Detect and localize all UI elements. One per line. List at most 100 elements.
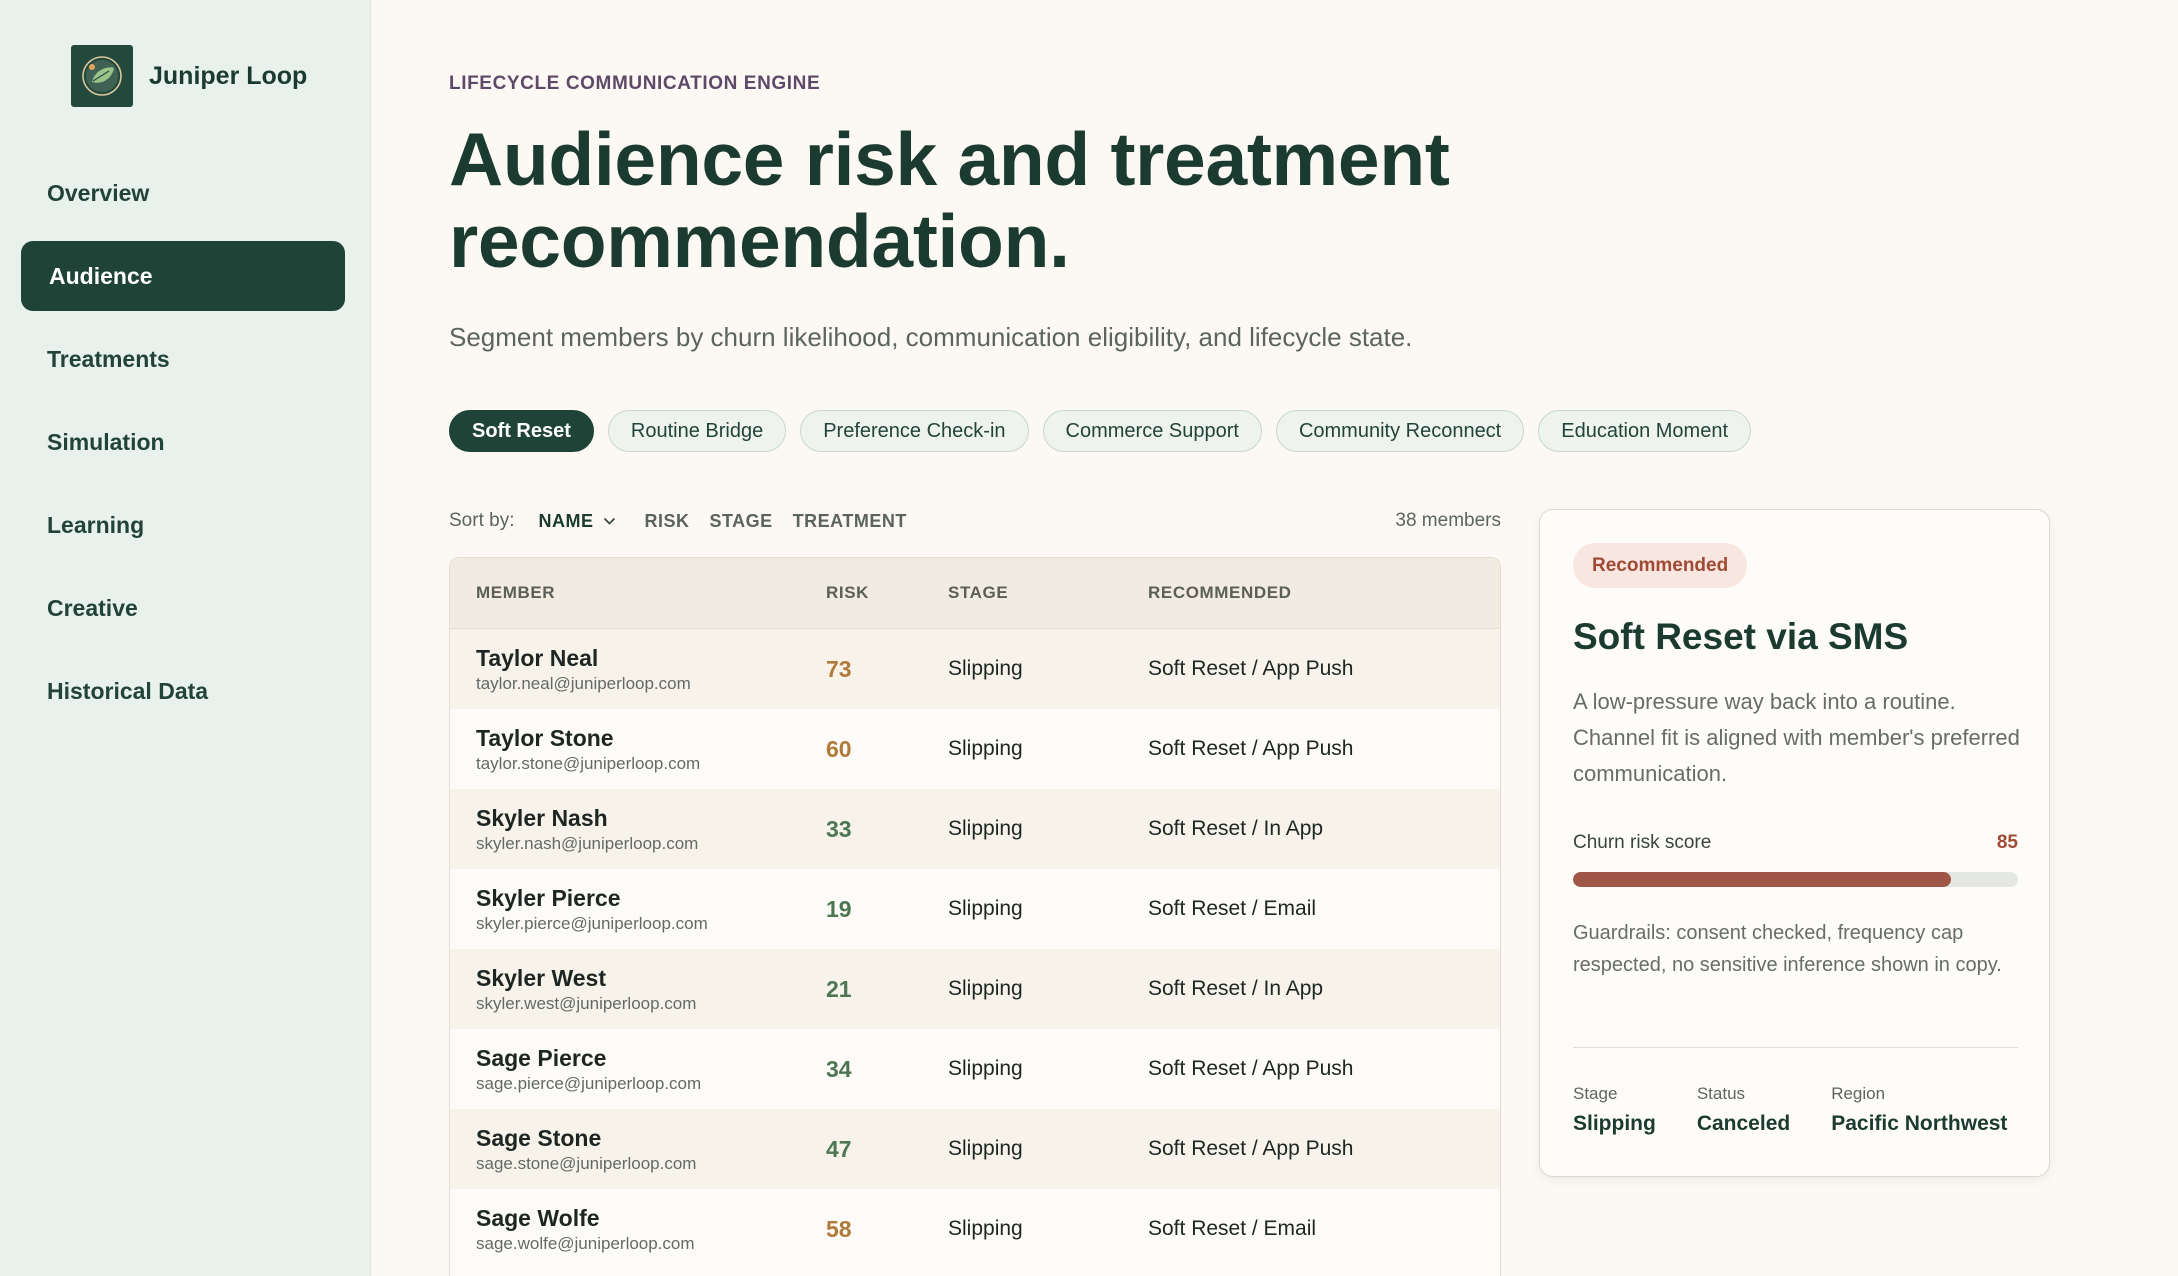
sidebar-item-historical-data[interactable]: Historical Data	[21, 656, 345, 726]
leaf-logo-icon	[71, 45, 133, 107]
member-meta: Stage Slipping Status Canceled Region Pa…	[1573, 1084, 2048, 1136]
member-email: sage.wolfe@juniperloop.com	[476, 1233, 695, 1253]
stage-cell: Slipping	[948, 977, 1023, 1000]
sort-bar: Sort by: NAME RISK STAGE TREATMENT 38 me…	[449, 510, 1501, 532]
guardrails-note: Guardrails: consent checked, frequency c…	[1573, 922, 2002, 976]
member-email: skyler.pierce@juniperloop.com	[476, 913, 708, 933]
sort-option-treatment[interactable]: TREATMENT	[793, 511, 907, 532]
sidebar-item-treatments[interactable]: Treatments	[21, 324, 345, 394]
member-email: taylor.stone@juniperloop.com	[476, 753, 701, 773]
member-email: skyler.nash@juniperloop.com	[476, 833, 699, 853]
meta-status-value: Canceled	[1696, 1112, 1791, 1135]
recommended-cell: Soft Reset / Email	[1148, 1217, 1317, 1240]
meta-region-label: Region	[1831, 1084, 1886, 1103]
member-name: Taylor Stone	[476, 724, 614, 751]
table-row[interactable]: Taylor Neal taylor.neal@juniperloop.com 7…	[450, 629, 1500, 709]
recommended-cell: Soft Reset / App Push	[1148, 1137, 1354, 1160]
meta-stage-value: Slipping	[1573, 1112, 1656, 1135]
chevron-down-icon	[604, 517, 616, 525]
recommended-badge: Recommended	[1573, 543, 1748, 588]
column-header-risk[interactable]: RISK	[826, 583, 948, 603]
eyebrow: LIFECYCLE COMMUNICATION ENGINE	[449, 73, 821, 94]
chip-community-reconnect[interactable]: Community Reconnect	[1275, 410, 1525, 452]
table-row[interactable]: Skyler Nash skyler.nash@juniperloop.com 3…	[450, 789, 1500, 869]
sidebar-item-overview[interactable]: Overview	[21, 158, 345, 228]
member-name: Sage Pierce	[476, 1044, 607, 1071]
risk-score: 34	[826, 1055, 852, 1082]
recommended-cell: Soft Reset / App Push	[1148, 1057, 1354, 1080]
treatment-description: A low-pressure way back into a routine. …	[1573, 689, 2020, 786]
recommended-cell: Soft Reset / Email	[1148, 897, 1317, 920]
sidebar-nav: Overview Audience Treatments Simulation …	[21, 158, 345, 739]
chip-education-moment[interactable]: Education Moment	[1538, 410, 1752, 452]
table-row[interactable]: Skyler Pierce skyler.pierce@juniperloop.c…	[450, 869, 1500, 949]
churn-risk-bar	[1573, 872, 2018, 887]
meta-region: Region Pacific Northwest	[1831, 1084, 2007, 1136]
churn-risk-label: Churn risk score	[1573, 832, 1712, 853]
treatment-filter-chips: Soft Reset Routine Bridge Preference Che…	[449, 410, 1765, 452]
table-row[interactable]: Sage Wolfe sage.wolfe@juniperloop.com 58 …	[450, 1189, 1500, 1269]
sort-option-stage[interactable]: STAGE	[710, 511, 773, 532]
table-row[interactable]: Skyler West skyler.west@juniperloop.com 2…	[450, 949, 1500, 1029]
member-email: taylor.neal@juniperloop.com	[476, 673, 691, 693]
page-title: Audience risk and treatment recommendati…	[449, 117, 1450, 283]
sort-option-name[interactable]: NAME	[538, 511, 624, 532]
chip-routine-bridge[interactable]: Routine Bridge	[607, 410, 787, 452]
recommendation-card: Recommended Soft Reset via SMS A low-pre…	[1539, 509, 2050, 1177]
table-row[interactable]: Sage Stone sage.stone@juniperloop.com 47 …	[450, 1109, 1500, 1189]
meta-status-label: Status	[1696, 1084, 1746, 1103]
member-count: 38 members	[1395, 510, 1501, 531]
chip-commerce-support[interactable]: Commerce Support	[1042, 410, 1262, 452]
churn-risk-bar-fill	[1573, 872, 1952, 887]
table-row[interactable]: Taylor Stone taylor.stone@juniperloop.com…	[450, 709, 1500, 789]
column-header-recommended[interactable]: RECOMMENDED	[1148, 583, 1500, 603]
churn-risk-value: 85	[1996, 832, 2018, 853]
risk-score: 73	[826, 655, 852, 682]
table-row[interactable]: Sage Pierce sage.pierce@juniperloop.com 3…	[450, 1029, 1500, 1109]
risk-score: 19	[826, 895, 852, 922]
risk-score: 58	[826, 1215, 852, 1242]
stage-cell: Slipping	[948, 817, 1023, 840]
member-name: Skyler Pierce	[476, 884, 621, 911]
brand[interactable]: Juniper Loop	[71, 45, 307, 107]
brand-name: Juniper Loop	[149, 61, 308, 90]
stage-cell: Slipping	[948, 657, 1023, 680]
stage-cell: Slipping	[948, 1217, 1023, 1240]
column-header-member[interactable]: MEMBER	[450, 583, 826, 603]
risk-score: 47	[826, 1135, 852, 1162]
sidebar-item-simulation[interactable]: Simulation	[21, 407, 345, 477]
stage-cell: Slipping	[948, 1057, 1023, 1080]
member-name: Skyler Nash	[476, 804, 608, 831]
recommended-cell: Soft Reset / In App	[1148, 977, 1324, 1000]
recommended-cell: Soft Reset / App Push	[1148, 737, 1354, 760]
member-email: skyler.west@juniperloop.com	[476, 993, 697, 1013]
divider	[1573, 1047, 2018, 1048]
sort-label: Sort by:	[449, 510, 515, 531]
sort-option-risk[interactable]: RISK	[644, 511, 689, 532]
page-subtitle: Segment members by churn likelihood, com…	[449, 322, 1413, 352]
chip-soft-reset[interactable]: Soft Reset	[449, 410, 594, 452]
treatment-title: Soft Reset via SMS	[1573, 616, 1909, 657]
main-content: LIFECYCLE COMMUNICATION ENGINE Audience …	[449, 0, 2178, 1276]
stage-cell: Slipping	[948, 1137, 1023, 1160]
risk-score: 60	[826, 735, 852, 762]
sidebar-item-creative[interactable]: Creative	[21, 573, 345, 643]
sidebar-item-audience[interactable]: Audience	[21, 241, 345, 311]
stage-cell: Slipping	[948, 737, 1023, 760]
member-email: sage.stone@juniperloop.com	[476, 1153, 697, 1173]
member-name: Skyler West	[476, 964, 606, 991]
chip-preference-check-in[interactable]: Preference Check-in	[800, 410, 1029, 452]
sidebar-item-learning[interactable]: Learning	[21, 490, 345, 560]
risk-score: 21	[826, 975, 852, 1002]
column-header-stage[interactable]: STAGE	[948, 583, 1148, 603]
member-name: Taylor Neal	[476, 644, 599, 671]
member-name: Sage Stone	[476, 1124, 602, 1151]
risk-score: 33	[826, 815, 852, 842]
table-body: Taylor Neal taylor.neal@juniperloop.com 7…	[450, 629, 1500, 1269]
table-header: MEMBER RISK STAGE RECOMMENDED	[450, 558, 1500, 629]
sidebar: Juniper Loop Overview Audience Treatment…	[0, 0, 371, 1276]
member-name: Sage Wolfe	[476, 1204, 600, 1231]
meta-region-value: Pacific Northwest	[1831, 1112, 2008, 1135]
recommended-cell: Soft Reset / In App	[1148, 817, 1324, 840]
members-table: MEMBER RISK STAGE RECOMMENDED Taylor Nea…	[449, 557, 1501, 1276]
